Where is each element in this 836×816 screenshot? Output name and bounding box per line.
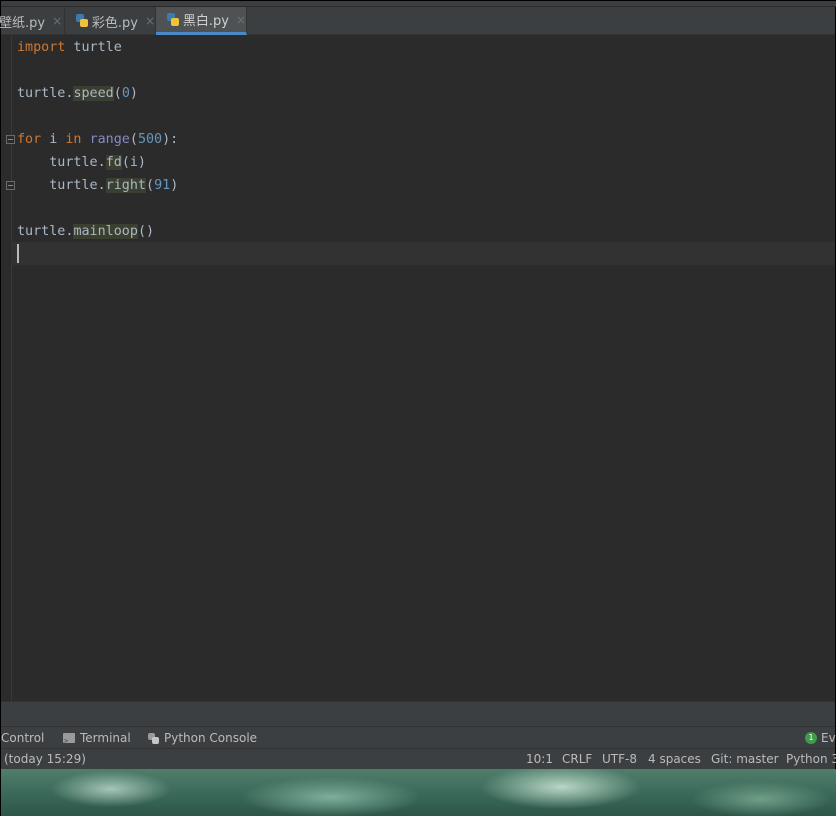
status-bar: (today 15:29) 10:1 CRLF UTF-8 4 spaces G… (1, 748, 836, 769)
event-log-label: Ev (821, 731, 836, 745)
desktop-wallpaper (1, 769, 836, 816)
fold-open-icon[interactable] (6, 135, 15, 144)
editor-tab-bar: 壁纸.py × 彩色.py × 黑白.py × (0, 7, 835, 35)
current-line-highlight (11, 242, 835, 265)
line-separator[interactable]: CRLF (562, 749, 592, 769)
tab-label: 壁纸.py (0, 15, 46, 31)
indent-setting[interactable]: 4 spaces (648, 749, 701, 769)
vcs-last-commit: (today 15:29) (4, 752, 86, 766)
tab-label: 黑白.py (182, 14, 229, 29)
ide-window: 壁纸.py × 彩色.py × 黑白.py × import turtle tu… (0, 0, 836, 816)
terminal-tab[interactable]: Terminal (63, 727, 131, 752)
tab-bizhi[interactable]: 壁纸.py × (0, 7, 65, 35)
close-icon[interactable]: × (52, 14, 62, 28)
fold-close-icon[interactable] (6, 181, 15, 190)
close-icon[interactable]: × (145, 14, 155, 28)
file-encoding[interactable]: UTF-8 (602, 749, 637, 769)
code-line-3: turtle.speed(0) (17, 86, 138, 101)
terminal-label: Terminal (80, 731, 131, 745)
tool-window-bar: Control Terminal Python Console 1 Ev (1, 726, 836, 752)
event-log-tab[interactable]: 1 Ev (805, 727, 836, 749)
caret-position[interactable]: 10:1 (526, 749, 553, 769)
code-line-9: turtle.mainloop() (17, 224, 155, 239)
event-count-badge: 1 (805, 732, 817, 744)
code-line-6: turtle.fd(i) (49, 155, 146, 170)
text-caret (17, 244, 19, 263)
python-file-icon (166, 12, 180, 27)
code-line-1: import turtle (17, 40, 122, 55)
tool-window-gap (1, 701, 835, 726)
code-line-5: for i in range(500): (17, 132, 179, 147)
python-console-label: Python Console (164, 731, 258, 745)
code-editor[interactable]: import turtle turtle.speed(0) for i in r… (1, 36, 835, 701)
python-console-tab[interactable]: Python Console (148, 727, 257, 749)
code-line-7: turtle.right(91) (49, 178, 179, 193)
tab-caise[interactable]: 彩色.py × (65, 7, 156, 35)
version-control-tab[interactable]: Control (1, 727, 44, 749)
tab-label: 彩色.py (91, 15, 138, 31)
tab-heibai[interactable]: 黑白.py × (156, 7, 247, 35)
git-branch[interactable]: Git: master (711, 749, 779, 769)
version-control-label: Control (1, 731, 45, 745)
python-console-icon (148, 732, 159, 744)
terminal-icon (63, 730, 75, 752)
close-icon[interactable]: × (236, 13, 246, 27)
python-interpreter[interactable]: Python 3 (786, 749, 836, 769)
python-file-icon (75, 14, 89, 28)
